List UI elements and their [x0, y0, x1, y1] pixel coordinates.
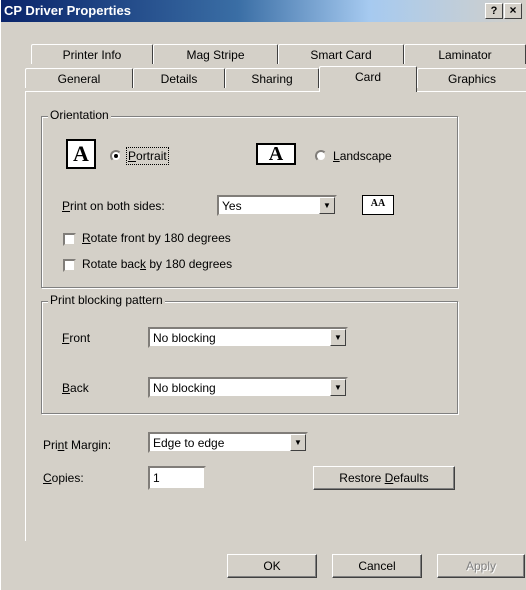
tab-label: Printer Info	[62, 48, 122, 62]
dropdown-arrow-icon[interactable]: ▼	[290, 434, 306, 451]
access-key: C	[43, 471, 52, 485]
tab-label: General	[57, 72, 101, 86]
tab-label: Sharing	[251, 72, 293, 86]
dropdown-arrow-icon[interactable]: ▼	[330, 379, 346, 396]
ok-button[interactable]: OK	[227, 554, 317, 578]
copies-value: 1	[153, 471, 160, 485]
tab-general[interactable]: General	[25, 68, 133, 88]
dropdown-arrow-icon[interactable]: ▼	[319, 197, 335, 214]
both-sides-label: Print on both sides:	[62, 199, 165, 213]
label-text: Pri	[43, 438, 58, 452]
tab-label: Card	[354, 70, 381, 84]
cancel-button[interactable]: Cancel	[332, 554, 422, 578]
help-button[interactable]: ?	[485, 3, 503, 19]
both-sides-select[interactable]: Yes ▼	[217, 195, 337, 216]
access-key: L	[333, 149, 340, 163]
portrait-label-text: Portrait	[126, 147, 169, 165]
print-blocking-legend: Print blocking pattern	[48, 293, 165, 307]
tab-sharing[interactable]: Sharing	[225, 68, 319, 88]
access-key: P	[128, 149, 137, 163]
label-text: ack	[70, 381, 89, 395]
back-blocking-value: No blocking	[153, 381, 216, 395]
copies-input[interactable]: 1	[148, 466, 206, 490]
both-sides-icon: AA	[362, 195, 394, 215]
properties-dialog: CP Driver Properties ? × Printer Info Ma…	[0, 0, 526, 590]
tab-details[interactable]: Details	[133, 68, 225, 88]
label-text: opies:	[51, 471, 84, 485]
copies-label: Copies:	[43, 471, 84, 485]
both-sides-value: Yes	[222, 199, 242, 213]
rotate-back-checkbox[interactable]	[63, 259, 76, 272]
tab-printer-info[interactable]: Printer Info	[31, 44, 153, 64]
print-margin-value: Edge to edge	[153, 436, 225, 450]
landscape-icon: A	[256, 143, 296, 165]
print-margin-select[interactable]: Edge to edge ▼	[148, 432, 308, 453]
portrait-radio[interactable]	[110, 150, 122, 162]
access-key: P	[62, 199, 71, 213]
print-margin-label: Print Margin:	[43, 438, 111, 452]
tab-card[interactable]: Card	[319, 66, 417, 92]
tab-label: Details	[160, 72, 198, 86]
rotate-back-label[interactable]: Rotate back by 180 degrees	[82, 257, 232, 271]
back-blocking-select[interactable]: No blocking ▼	[148, 377, 348, 398]
portrait-icon: A	[66, 139, 96, 169]
front-label: Front	[62, 331, 90, 345]
tab-label: Laminator	[438, 48, 492, 62]
tab-label: Smart Card	[310, 48, 372, 62]
restore-defaults-button[interactable]: Restore Defaults	[313, 466, 455, 490]
tab-smart-card[interactable]: Smart Card	[278, 44, 404, 64]
radio-selected-dot	[114, 154, 118, 158]
access-key: B	[62, 381, 71, 395]
window-title: CP Driver Properties	[4, 3, 131, 18]
label-text: andscape	[339, 149, 392, 163]
landscape-label[interactable]: Landscape	[333, 149, 392, 163]
label-text: efaults	[393, 471, 429, 485]
tab-graphics[interactable]: Graphics	[417, 68, 526, 88]
front-blocking-select[interactable]: No blocking ▼	[148, 327, 348, 348]
label-text: ortrait	[136, 149, 167, 163]
title-bar[interactable]: CP Driver Properties ? ×	[1, 0, 526, 22]
orientation-legend: Orientation	[48, 108, 111, 122]
rotate-front-label[interactable]: Rotate front by 180 degrees	[82, 231, 231, 245]
label-text: t Margin:	[64, 438, 112, 452]
landscape-radio[interactable]	[315, 150, 327, 162]
tab-mag-stripe[interactable]: Mag Stripe	[153, 44, 278, 64]
label-text: rint on both sides:	[70, 199, 165, 213]
label-text: otate front by 180 degrees	[90, 231, 231, 245]
tab-laminator[interactable]: Laminator	[404, 44, 526, 64]
label-text: ront	[69, 331, 91, 345]
label-text: Rotate bac	[82, 257, 141, 271]
front-blocking-value: No blocking	[153, 331, 216, 345]
apply-button[interactable]: Apply	[437, 554, 525, 578]
access-key: R	[82, 231, 91, 245]
rotate-front-checkbox[interactable]	[63, 233, 76, 246]
label-text: Restore	[339, 471, 385, 485]
portrait-label[interactable]: Portrait	[126, 147, 169, 165]
back-label: Back	[62, 381, 89, 395]
tab-label: Graphics	[447, 72, 497, 86]
tab-label: Mag Stripe	[186, 48, 245, 62]
close-button[interactable]: ×	[504, 3, 522, 19]
label-text: by 180 degrees	[146, 257, 233, 271]
dropdown-arrow-icon[interactable]: ▼	[330, 329, 346, 346]
